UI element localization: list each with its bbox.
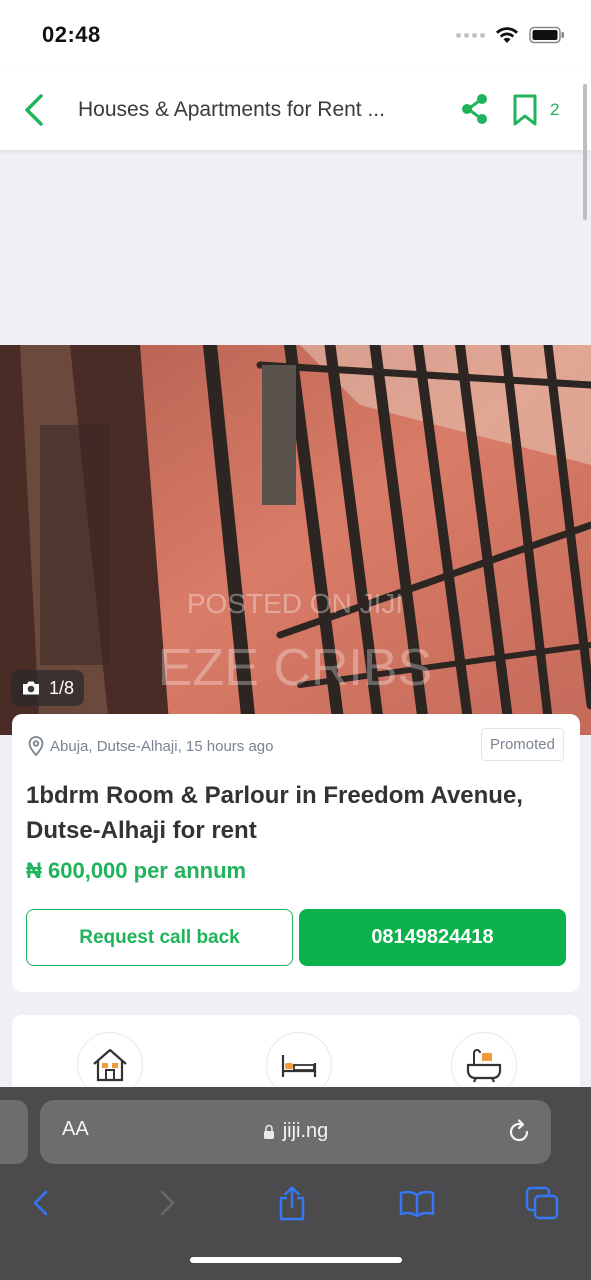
share-sheet-button[interactable] — [272, 1183, 312, 1223]
request-call-back-button[interactable]: Request call back — [26, 909, 293, 966]
camera-icon — [23, 681, 39, 695]
page-title: Houses & Apartments for Rent ... — [78, 98, 385, 121]
url-text: jiji.ng — [282, 1120, 329, 1142]
browser-nav-toolbar — [0, 1177, 591, 1227]
photo-image: POSTED ON JIJI EZE CRIBS — [0, 345, 591, 735]
chevron-left-icon — [33, 1190, 48, 1216]
reload-icon — [509, 1119, 529, 1142]
listing-card: Abuja, Dutse-Alhaji, 15 hours ago Promot… — [12, 714, 580, 992]
book-icon — [399, 1190, 435, 1217]
watermark-line2: EZE CRIBS — [158, 639, 433, 697]
listing-photo[interactable]: POSTED ON JIJI EZE CRIBS — [0, 345, 591, 735]
bookmarks-button[interactable] — [397, 1183, 437, 1223]
listing-title: 1bdrm Room & Parlour in Freedom Avenue, … — [26, 782, 523, 844]
tabs-button[interactable] — [522, 1183, 562, 1223]
location-text: Abuja, Dutse-Alhaji, 15 hours ago — [50, 737, 274, 755]
back-button[interactable] — [14, 88, 54, 132]
app-header: Houses & Apartments for Rent ... 2 — [0, 70, 591, 150]
bookmark-icon — [513, 94, 537, 126]
promoted-badge: Promoted — [480, 728, 564, 761]
status-time: 02:48 — [42, 22, 101, 47]
share-icon — [462, 94, 487, 124]
previous-tab[interactable] — [0, 1100, 28, 1164]
watermark-line1: POSTED ON JIJI — [187, 588, 403, 619]
url-display[interactable]: jiji.ng — [40, 1120, 551, 1143]
location-pin-icon — [28, 736, 44, 756]
home-indicator[interactable] — [190, 1257, 402, 1263]
scroll-indicator[interactable] — [583, 84, 587, 220]
location-row: Abuja, Dutse-Alhaji, 15 hours ago — [28, 736, 273, 756]
lock-icon — [263, 1124, 274, 1139]
status-indicators — [456, 26, 565, 44]
chevron-left-icon — [25, 94, 43, 126]
chevron-right-icon — [160, 1190, 175, 1216]
share-button[interactable] — [456, 90, 494, 128]
browser-forward-button[interactable] — [148, 1183, 188, 1223]
battery-icon — [529, 26, 564, 44]
listing-price: ₦ 600,000 per annum — [26, 858, 247, 883]
tabs-icon — [525, 1186, 559, 1220]
call-phone-button[interactable]: 08149824418 — [299, 909, 566, 966]
wifi-icon — [496, 27, 518, 43]
photo-counter-text: 1/8 — [49, 677, 75, 698]
photo-counter[interactable]: 1/8 — [11, 670, 85, 706]
bookmark-button[interactable]: 2 — [512, 90, 559, 130]
address-bar[interactable]: AA jiji.ng — [40, 1100, 551, 1164]
reload-button[interactable] — [505, 1118, 533, 1146]
status-bar: 02:48 — [0, 0, 591, 70]
share-upload-icon — [279, 1186, 305, 1221]
bookmark-count: 2 — [550, 100, 560, 119]
signal-icon — [456, 32, 485, 38]
browser-toolbar: AA jiji.ng — [0, 1087, 591, 1280]
browser-back-button[interactable] — [20, 1183, 60, 1223]
